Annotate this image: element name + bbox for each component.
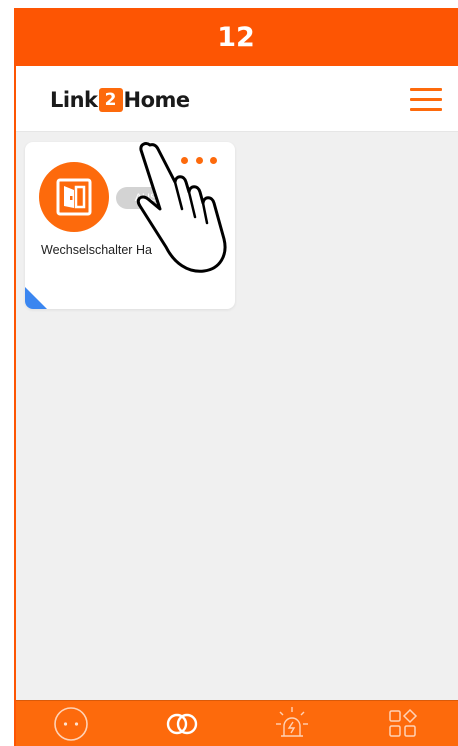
switch-device-icon[interactable]	[39, 162, 109, 232]
status-toggle[interactable]: AUS	[116, 187, 176, 209]
tab-link[interactable]	[127, 701, 238, 746]
tab-smiley[interactable]	[16, 701, 127, 746]
smiley-face-icon	[54, 706, 89, 741]
more-dots-icon[interactable]	[181, 157, 217, 169]
brand-logo: Link 2 Home	[50, 87, 190, 113]
app-screen: Link 2 Home AUS Wechselschalter Ha	[14, 66, 458, 746]
step-number: 12	[217, 21, 255, 53]
device-name: Wechselschalter Ha	[41, 243, 152, 257]
link-rings-icon	[166, 713, 197, 734]
logo-text-link: Link	[50, 88, 98, 112]
logo-badge: 2	[98, 88, 123, 112]
tab-apps[interactable]	[348, 701, 458, 746]
logo-text-home: Home	[123, 88, 191, 112]
bottom-tab-bar	[16, 700, 458, 746]
app-header: Link 2 Home	[16, 66, 458, 132]
alarm-siren-icon	[276, 706, 309, 737]
step-banner: 12	[14, 8, 458, 66]
corner-indicator	[25, 287, 47, 309]
hamburger-menu-icon[interactable]	[410, 86, 442, 112]
grid-apps-icon	[389, 708, 417, 737]
device-card[interactable]: AUS Wechselschalter Ha	[25, 142, 235, 309]
tab-alarm[interactable]	[237, 701, 348, 746]
